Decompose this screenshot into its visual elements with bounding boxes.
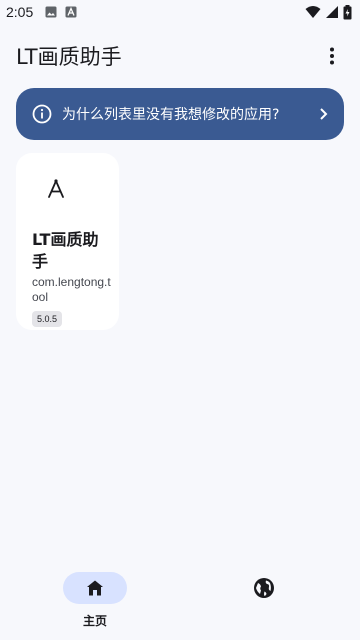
battery-icon xyxy=(343,4,352,19)
nav-web-indicator xyxy=(232,572,296,604)
more-options-button[interactable] xyxy=(320,44,344,68)
nav-item-home[interactable]: 主页 xyxy=(63,572,127,629)
home-icon xyxy=(87,580,103,596)
more-vert-icon xyxy=(330,47,334,65)
chevron-right-icon xyxy=(318,107,328,121)
nav-home-indicator xyxy=(63,572,127,604)
info-icon xyxy=(32,104,52,124)
text-a-icon xyxy=(65,6,77,18)
banner-text: 为什么列表里没有我想修改的应用? xyxy=(62,107,280,123)
app-card[interactable]: LT画质助手 com.lengtong.tool 5.0.5 xyxy=(16,153,119,330)
app-name: LT画质助手 xyxy=(32,230,99,271)
page-title: LT画质助手 xyxy=(16,45,122,69)
nav-label-home: 主页 xyxy=(82,614,107,628)
status-system-icons xyxy=(305,4,352,20)
status-bar: 2:05 xyxy=(0,0,360,24)
nav-item-web[interactable] xyxy=(232,572,296,604)
missing-app-help-banner[interactable]: 为什么列表里没有我想修改的应用? xyxy=(16,88,344,140)
globe-icon xyxy=(254,578,274,598)
top-app-bar: LT画质助手 xyxy=(0,34,360,78)
wifi-icon xyxy=(305,6,321,18)
version-badge: 5.0.5 xyxy=(32,311,63,327)
status-time: 2:05 xyxy=(6,4,34,20)
app-package-name: com.lengtong.tool xyxy=(32,275,111,304)
bottom-navigation: 主页 xyxy=(0,560,360,640)
signal-icon xyxy=(326,6,338,18)
compass-drafting-icon xyxy=(48,179,64,198)
status-notification-icons xyxy=(45,6,77,18)
image-icon xyxy=(45,6,57,18)
